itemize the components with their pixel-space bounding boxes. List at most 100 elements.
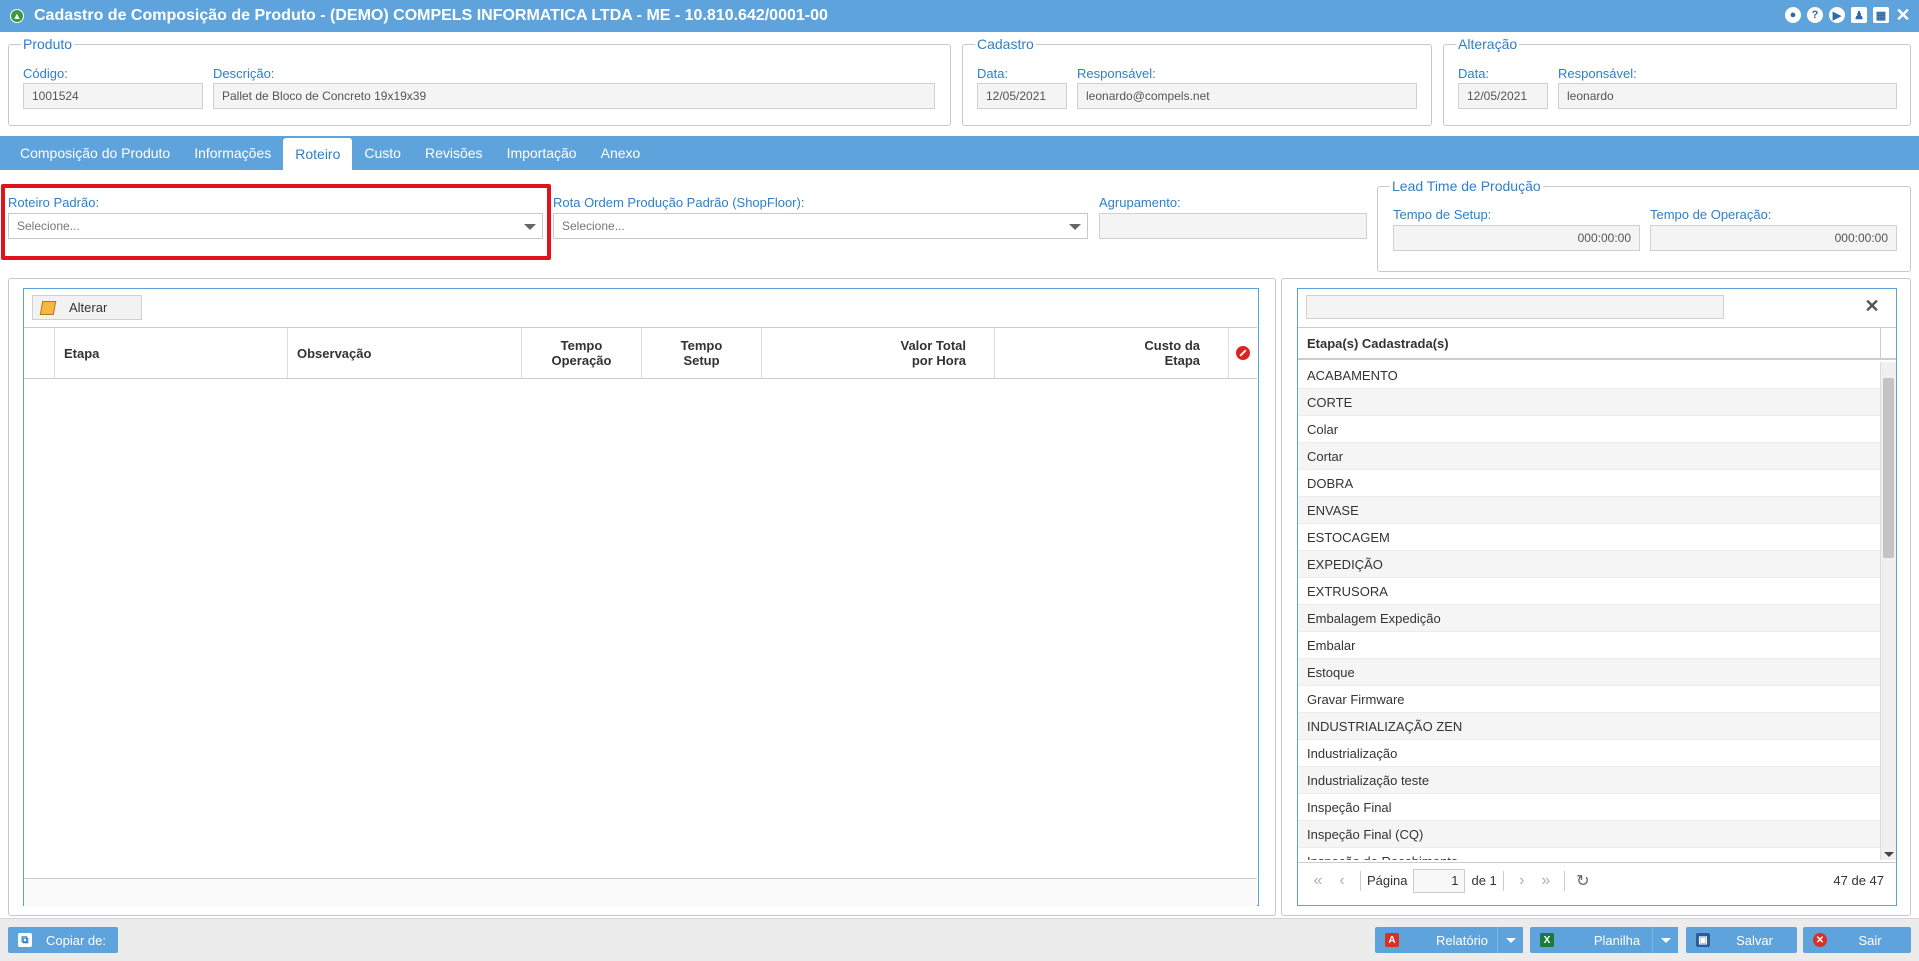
refresh-icon[interactable]: ↻ <box>1571 871 1595 891</box>
col-valor-total[interactable]: Valor Total por Hora <box>761 328 994 378</box>
planilha-dropdown-button[interactable] <box>1652 927 1678 953</box>
tab-revisoes[interactable]: Revisões <box>413 136 495 170</box>
etapa-list-item[interactable]: Cortar <box>1298 443 1880 470</box>
exit-icon: ✕ <box>1813 933 1827 947</box>
minimize-circle-icon[interactable]: ● <box>1785 7 1801 23</box>
save-icon: ▣ <box>1696 933 1710 947</box>
tab-anexo[interactable]: Anexo <box>589 136 653 170</box>
next-page-icon[interactable]: › <box>1510 872 1534 890</box>
alteracao-responsavel-field[interactable]: leonardo <box>1558 83 1897 109</box>
etapa-list-item[interactable]: INDUSTRIALIZAÇÃO ZEN <box>1298 713 1880 740</box>
pagina-label: Página <box>1367 873 1408 888</box>
scrollbar-thumb[interactable] <box>1883 378 1894 558</box>
etapa-list-item[interactable]: DOBRA <box>1298 470 1880 497</box>
highlight-box <box>1 184 551 260</box>
etapas-pager: « ‹ Página 1 de 1 › » ↻ 47 de 47 <box>1298 862 1896 898</box>
help-icon[interactable]: ? <box>1807 7 1823 23</box>
codigo-label: Código: <box>23 66 68 81</box>
calendar-icon[interactable]: ▦ <box>1873 7 1889 23</box>
tab-custo[interactable]: Custo <box>352 136 413 170</box>
alteracao-fieldset: Alteração <box>1443 36 1911 126</box>
etapa-list-item[interactable]: Industrialização <box>1298 740 1880 767</box>
etapa-list-item[interactable]: EXPEDIÇÃO <box>1298 551 1880 578</box>
delete-icon[interactable] <box>1236 346 1250 360</box>
etapas-list: ACABAMENTO CORTE Colar Cortar DOBRA ENVASE EST… <box>1298 362 1880 860</box>
play-icon[interactable]: ▶ <box>1829 7 1845 23</box>
rota-label: Rota Ordem Produção Padrão (ShopFloor): <box>553 195 805 210</box>
last-page-icon[interactable]: » <box>1534 872 1558 890</box>
etapa-list-item[interactable]: Inspeção Final (CQ) <box>1298 821 1880 848</box>
tab-composicao[interactable]: Composição do Produto <box>8 136 182 170</box>
copiar-de-button[interactable]: ⧉ Copiar de: <box>8 927 118 953</box>
tempo-operacao-label: Tempo de Operação: <box>1650 207 1772 222</box>
cadastro-data-label: Data: <box>977 66 1009 81</box>
app-icon: ▲ <box>10 9 24 23</box>
scroll-down-icon[interactable] <box>1884 852 1894 857</box>
alteracao-responsavel-label: Responsável: <box>1558 66 1637 81</box>
window-titlebar: ▲ Cadastro de Composição de Produto - (D… <box>0 0 1919 32</box>
etapa-list-item[interactable]: EXTRUSORA <box>1298 578 1880 605</box>
etapa-list-item[interactable]: Colar <box>1298 416 1880 443</box>
etapa-list-item[interactable]: ESTOCAGEM <box>1298 524 1880 551</box>
agrupamento-field[interactable] <box>1099 213 1367 239</box>
agrupamento-label: Agrupamento: <box>1099 195 1181 210</box>
etapa-list-item[interactable]: CORTE <box>1298 389 1880 416</box>
first-page-icon[interactable]: « <box>1306 872 1330 890</box>
etapa-list-item[interactable]: Inspeção Final <box>1298 794 1880 821</box>
prev-page-icon[interactable]: ‹ <box>1330 872 1354 890</box>
col-etapa-label: Etapa <box>64 345 100 361</box>
codigo-field[interactable]: 1001524 <box>23 83 203 109</box>
sair-button[interactable]: ✕ Sair <box>1803 927 1911 953</box>
tempo-operacao-field[interactable]: 000:00:00 <box>1650 225 1897 251</box>
grid-header: Etapa Observação Tempo Operação Tempo Setu… <box>24 327 1257 379</box>
excel-icon: X <box>1540 933 1554 947</box>
col-custo-etapa-label: Custo da Etapa <box>1144 338 1200 368</box>
pencil-icon <box>39 301 57 315</box>
bottom-toolbar: ⧉ Copiar de: A Relatório X Planilha ▣ Sa… <box>0 918 1919 961</box>
col-etapa[interactable]: Etapa <box>54 328 287 378</box>
salvar-label: Salvar <box>1736 932 1773 948</box>
page-number-input[interactable]: 1 <box>1413 868 1466 893</box>
clear-search-icon[interactable]: ✕ <box>1862 294 1882 318</box>
relatorio-dropdown-button[interactable] <box>1497 927 1523 953</box>
etapa-list-item[interactable]: Industrialização teste <box>1298 767 1880 794</box>
etapas-search-input[interactable] <box>1306 295 1724 319</box>
pager-divider <box>1502 870 1504 891</box>
col-observacao[interactable]: Observação <box>287 328 521 378</box>
salvar-button[interactable]: ▣ Salvar <box>1686 927 1797 953</box>
pdf-icon: A <box>1385 933 1399 947</box>
rota-select[interactable]: Selecione... <box>553 213 1088 239</box>
etapa-list-item[interactable]: ENVASE <box>1298 497 1880 524</box>
window-tools: ● ? ▶ ♟ ▦ ✕ <box>1785 5 1911 25</box>
produto-fieldset: Produto <box>8 36 951 126</box>
etapa-list-item[interactable]: Embalar <box>1298 632 1880 659</box>
tab-informacoes[interactable]: Informações <box>182 136 283 170</box>
cadastro-fieldset: Cadastro <box>962 36 1432 126</box>
col-tempo-setup[interactable]: Tempo Setup <box>641 328 761 378</box>
etapa-list-item[interactable]: Embalagem Expedição <box>1298 605 1880 632</box>
page-of-label: de 1 <box>1471 873 1497 888</box>
col-tempo-operacao[interactable]: Tempo Operação <box>521 328 641 378</box>
alterar-button[interactable]: Alterar <box>32 295 142 320</box>
alteracao-data-field[interactable]: 12/05/2021 <box>1458 83 1548 109</box>
tab-importacao[interactable]: Importação <box>495 136 589 170</box>
user-icon[interactable]: ♟ <box>1851 7 1867 23</box>
cadastro-data-field[interactable]: 12/05/2021 <box>977 83 1067 109</box>
etapa-list-item[interactable]: Gravar Firmware <box>1298 686 1880 713</box>
etapa-list-item[interactable]: Inspeção de Recebimento <box>1298 848 1880 861</box>
tab-roteiro[interactable]: Roteiro <box>283 138 353 170</box>
cadastro-responsavel-field[interactable]: leonardo@compels.net <box>1077 83 1417 109</box>
row-selector-header <box>24 328 54 378</box>
descricao-field[interactable]: Pallet de Bloco de Concreto 19x19x39 <box>213 83 935 109</box>
record-count: 47 de 47 <box>1833 873 1884 888</box>
tempo-setup-field[interactable]: 000:00:00 <box>1393 225 1640 251</box>
close-icon[interactable]: ✕ <box>1895 5 1911 25</box>
lead-time-legend: Lead Time de Produção <box>1392 178 1541 194</box>
col-tempo-setup-label: Tempo Setup <box>680 338 723 368</box>
header-divider <box>1880 328 1881 359</box>
etapa-list-item[interactable]: ACABAMENTO <box>1298 362 1880 389</box>
etapa-list-item[interactable]: Estoque <box>1298 659 1880 686</box>
etapas-scrollbar[interactable] <box>1880 362 1896 860</box>
pager-divider <box>1563 870 1565 891</box>
col-custo-etapa[interactable]: Custo da Etapa <box>994 328 1228 378</box>
